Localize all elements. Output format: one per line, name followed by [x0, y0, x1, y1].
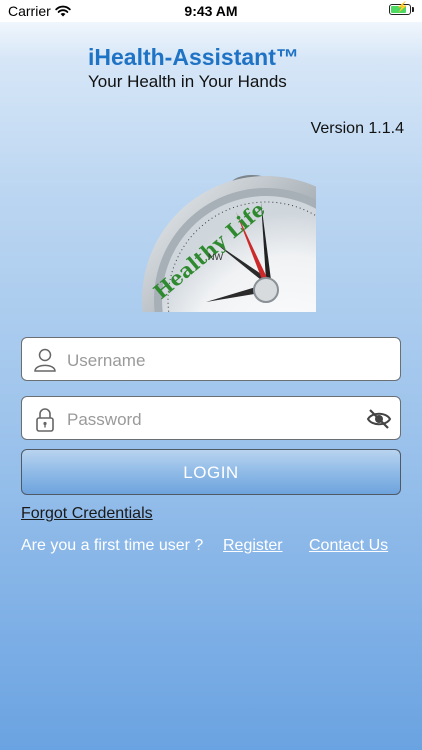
version-label: Version 1.1.4	[310, 120, 404, 137]
username-input[interactable]	[65, 345, 369, 377]
forgot-credentials-link[interactable]: Forgot Credentials	[21, 505, 153, 523]
lock-icon	[36, 408, 54, 432]
battery-icon: ⚡	[389, 2, 414, 15]
password-input[interactable]	[65, 404, 369, 436]
contact-us-link[interactable]: Contact Us	[309, 537, 388, 555]
password-field[interactable]	[21, 396, 401, 440]
compass-direction: NW	[208, 252, 223, 262]
user-icon	[34, 348, 56, 372]
status-time: 9:43 AM	[184, 3, 238, 19]
register-link[interactable]: Register	[223, 537, 283, 555]
username-field[interactable]	[21, 337, 401, 381]
login-button[interactable]: LOGIN	[21, 449, 401, 495]
status-bar: Carrier 9:43 AM ⚡	[0, 0, 422, 22]
eye-off-icon[interactable]	[366, 407, 392, 431]
app-title: iHealth-Assistant™	[88, 44, 299, 70]
app-subtitle: Your Health in Your Hands	[88, 72, 287, 91]
brand-header: iHealth-Assistant™ Your Health in Your H…	[88, 45, 299, 93]
first-time-user-text: Are you a first time user ?	[21, 537, 204, 554]
compass-logo-image: Healthy Life NW	[142, 175, 316, 312]
